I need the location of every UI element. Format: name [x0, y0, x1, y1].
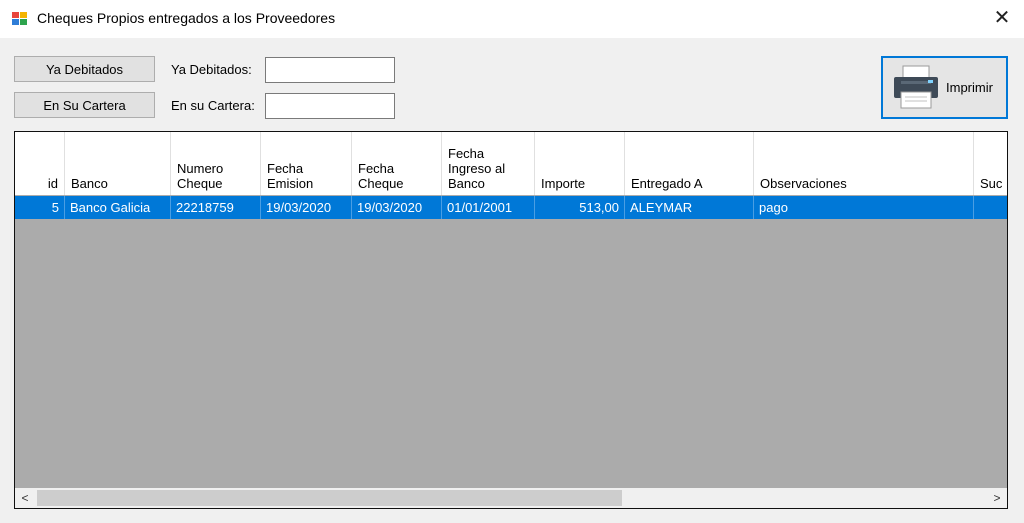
scroll-right-button[interactable]: > [987, 488, 1007, 508]
column-header-fecha-ingreso[interactable]: Fecha Ingreso al Banco [442, 132, 535, 195]
ya-debitados-button[interactable]: Ya Debitados [14, 56, 155, 82]
en-su-cartera-button[interactable]: En Su Cartera [14, 92, 155, 118]
cheques-grid[interactable]: id Banco Numero Cheque Fecha Emision Fec… [14, 131, 1008, 509]
column-header-importe[interactable]: Importe [535, 132, 625, 195]
title-bar: Cheques Propios entregados a los Proveed… [0, 0, 1024, 38]
ya-debitados-label: Ya Debitados: [171, 62, 252, 77]
column-header-suc[interactable]: Suc [974, 132, 1007, 195]
print-button-label: Imprimir [946, 80, 993, 95]
cell-fecha-ingreso[interactable]: 01/01/2001 [442, 196, 535, 219]
window-title: Cheques Propios entregados a los Proveed… [37, 10, 336, 26]
column-header-banco[interactable]: Banco [65, 132, 171, 195]
cell-fecha-cheque[interactable]: 19/03/2020 [352, 196, 442, 219]
ya-debitados-field[interactable] [265, 57, 395, 83]
column-header-entregado-a[interactable]: Entregado A [625, 132, 754, 195]
cell-importe[interactable]: 513,00 [535, 196, 625, 219]
print-button[interactable]: Imprimir [881, 56, 1008, 119]
cell-fecha-emision[interactable]: 19/03/2020 [261, 196, 352, 219]
grid-header: id Banco Numero Cheque Fecha Emision Fec… [15, 132, 1007, 195]
column-header-fecha-emision[interactable]: Fecha Emision [261, 132, 352, 195]
en-su-cartera-label: En su Cartera: [171, 98, 255, 113]
app-icon [12, 12, 28, 26]
cell-observaciones[interactable]: pago [754, 196, 974, 219]
column-header-id[interactable]: id [15, 132, 65, 195]
horizontal-scrollbar[interactable]: < > [15, 488, 1007, 508]
cell-entregado-a[interactable]: ALEYMAR [625, 196, 754, 219]
table-row[interactable]: 5 Banco Galicia 22218759 19/03/2020 19/0… [15, 196, 1007, 219]
cell-banco[interactable]: Banco Galicia [65, 196, 171, 219]
cell-suc[interactable] [974, 196, 1007, 219]
column-header-numero-cheque[interactable]: Numero Cheque [171, 132, 261, 195]
cell-numero-cheque[interactable]: 22218759 [171, 196, 261, 219]
column-header-observaciones[interactable]: Observaciones [754, 132, 974, 195]
scrollbar-thumb[interactable] [37, 490, 622, 506]
en-su-cartera-field[interactable] [265, 93, 395, 119]
cell-id[interactable]: 5 [15, 196, 65, 219]
column-header-fecha-cheque[interactable]: Fecha Cheque [352, 132, 442, 195]
close-button[interactable]: ✕ [980, 0, 1024, 38]
printer-icon [894, 65, 938, 109]
scroll-left-button[interactable]: < [15, 488, 35, 508]
